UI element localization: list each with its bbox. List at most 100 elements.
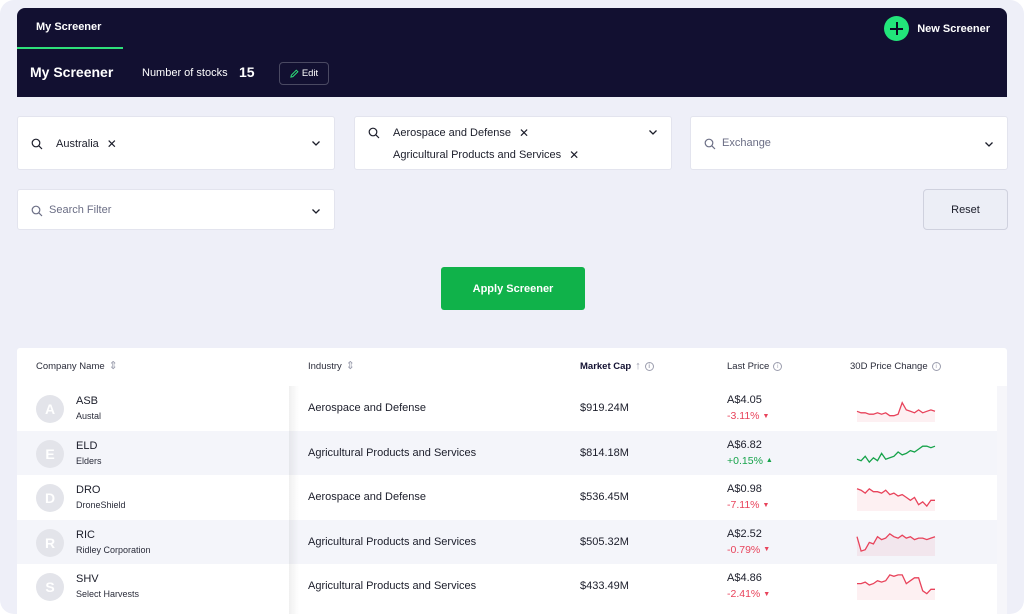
price-change-cell: -2.41% ▼ [727,588,770,600]
chevron-down-icon[interactable] [984,141,994,148]
column-header-industry[interactable]: Industry ⇕ [308,361,355,373]
price-change-cell: -0.79% ▼ [727,544,770,556]
price-change-value: -7.11% [727,499,760,511]
new-screener-button[interactable]: New Screener [884,16,990,41]
table-row[interactable]: R RIC Ridley Corporation Agricultural Produ… [17,519,997,564]
company-name: Select Harvests [76,589,140,599]
sparkline-chart [856,532,936,556]
industry-cell: Agricultural Products and Services [308,446,477,459]
company-avatar: D [36,484,64,512]
sparkline-chart [856,487,935,511]
chevron-down-icon[interactable] [648,129,658,136]
company-name: Austal [76,411,102,421]
price-change-value: -0.79% [727,543,761,556]
sparkline-chart [856,401,936,422]
info-icon[interactable]: i [931,362,941,371]
sort-icon[interactable]: ⇕ [346,361,355,372]
market-cap-cell: $919.24M [580,402,629,414]
exchange-filter[interactable]: Exchange [690,116,1008,170]
info-icon[interactable]: i [644,362,654,371]
table-row[interactable]: A ASB Austal Aerospace and Defense $919.24M A… [17,386,997,430]
column-header-price-change[interactable]: 30D Price Change i [850,361,941,372]
table-row[interactable]: S SHV Select Harvests Agricultural Products… [17,564,997,608]
column-header-market-cap[interactable]: Market Cap ↑ i [580,361,654,372]
company-name: Ridley Corporation [76,544,151,555]
tab-my-screener[interactable]: My Screener [17,8,123,49]
last-price-cell: A$0.98 [727,483,762,495]
app-frame: My Screener New Screener My Screener Num… [0,0,1024,614]
remove-chip-icon[interactable]: ✕ [569,148,579,162]
country-chip: Australia ✕ [56,137,117,151]
triangle-down-icon: ▼ [762,501,770,509]
plus-icon [884,16,910,41]
sparkline-area [857,574,935,600]
table-row[interactable]: E ELD Elders Agricultural Products and Serv… [17,430,997,475]
sparkline-area [857,488,935,511]
sparkline-line [856,445,936,463]
last-price-cell: A$6.82 [727,438,762,451]
sort-ascending-icon[interactable]: ↑ [635,361,641,372]
search-icon [704,138,716,150]
price-change-value: -2.41% [727,588,761,600]
results-table: Company Name ⇕ Industry ⇕ Market Cap ↑ i… [17,348,1007,614]
price-change-cell: -3.11% ▼ [727,410,769,422]
company-avatar: S [36,573,64,601]
edit-label: Edit [301,68,319,79]
market-cap-cell: $536.45M [580,491,629,503]
chip-label: Agricultural Products and Services [393,149,562,161]
column-label: Industry [308,361,342,372]
company-avatar: A [36,395,64,423]
apply-screener-button[interactable]: Apply Screener [441,267,585,310]
industry-filter[interactable]: Aerospace and Defense ✕ Agricultural Pro… [354,116,672,170]
sparkline-chart [857,574,935,600]
market-cap-cell: $433.49M [580,580,629,592]
triangle-up-icon: ▲ [765,457,773,464]
column-header-company[interactable]: Company Name ⇕ [36,361,118,373]
new-screener-label: New Screener [917,22,990,35]
info-icon[interactable]: i [773,362,783,371]
company-name: Elders [76,455,102,466]
price-change-value: -3.11% [727,410,760,422]
search-icon [31,138,43,150]
last-price-cell: A$4.05 [727,394,762,406]
chip-label: Australia [56,138,99,150]
sticky-column-shadow [289,386,299,614]
ticker-symbol[interactable]: ASB [76,395,98,407]
last-price-cell: A$4.86 [727,572,762,584]
remove-chip-icon[interactable]: ✕ [519,126,529,140]
ticker-symbol[interactable]: ELD [76,440,97,452]
pencil-icon [290,69,299,78]
reset-button[interactable]: Reset [923,189,1008,230]
triangle-down-icon: ▼ [763,590,771,598]
ticker-symbol[interactable]: RIC [76,529,95,541]
edit-button[interactable]: Edit [279,62,329,85]
ticker-symbol[interactable]: DRO [76,484,100,496]
industry-chip: Agricultural Products and Services ✕ [393,148,579,162]
search-filter[interactable]: Search Filter [17,189,335,230]
industry-cell: Agricultural Products and Services [308,535,477,548]
chevron-down-icon[interactable] [311,208,321,215]
table-row[interactable]: D DRO DroneShield Aerospace and Defense $536… [17,475,997,519]
screener-header: My Screener New Screener My Screener Num… [17,8,1007,97]
page-title: My Screener [30,64,114,80]
sort-icon[interactable]: ⇕ [109,361,118,372]
ticker-symbol[interactable]: SHV [76,573,99,585]
industry-cell: Agricultural Products and Services [308,580,477,592]
price-change-cell: +0.15% ▲ [727,455,773,467]
last-price-cell: A$2.52 [727,527,762,540]
search-icon [31,205,43,217]
search-filter-placeholder: Search Filter [49,204,112,216]
industry-chip: Aerospace and Defense ✕ [393,126,529,140]
stock-count-value: 15 [239,64,255,80]
exchange-placeholder: Exchange [722,137,771,149]
country-filter[interactable]: Australia ✕ [17,116,335,170]
remove-chip-icon[interactable]: ✕ [107,137,117,151]
market-cap-cell: $814.18M [580,446,629,459]
triangle-down-icon: ▼ [763,546,771,553]
active-tab-indicator [17,47,123,49]
table-scrollbar[interactable] [997,386,1007,614]
company-avatar: R [36,528,64,557]
chevron-down-icon[interactable] [311,140,321,147]
column-header-last-price[interactable]: Last Price i [727,361,783,372]
price-change-value: +0.15% [727,454,763,467]
